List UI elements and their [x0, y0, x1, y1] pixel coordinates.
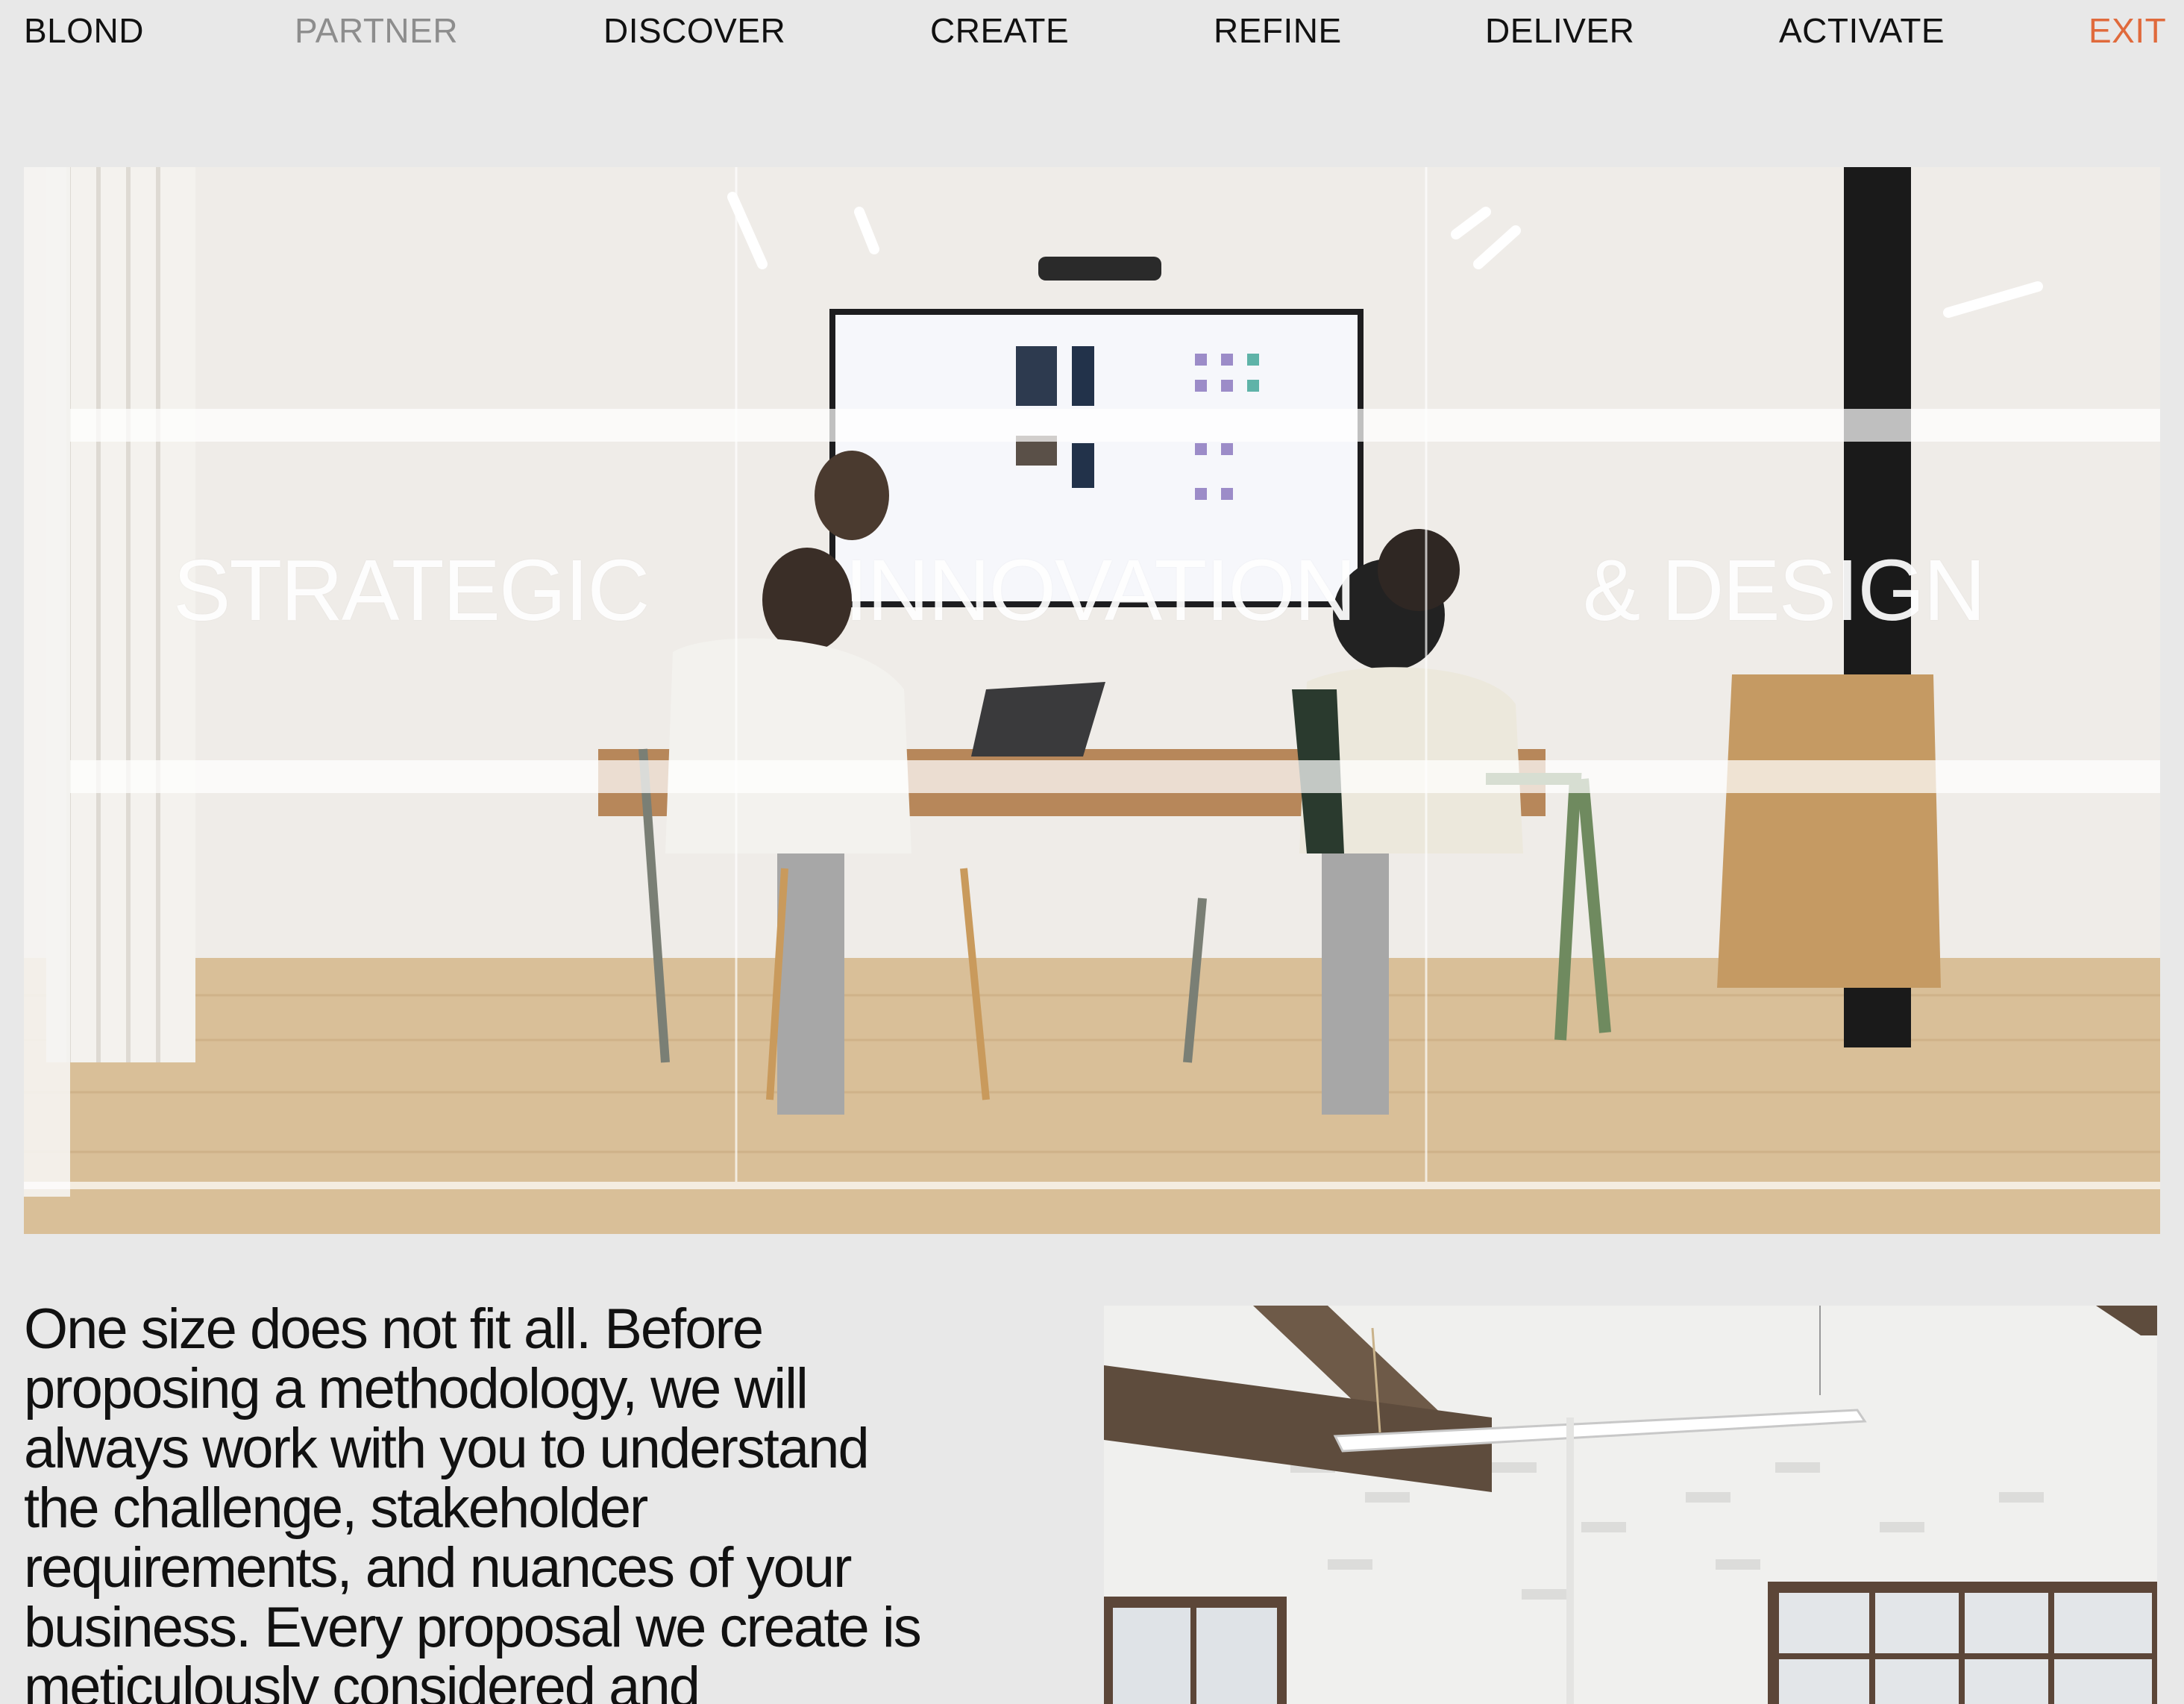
- hero-word-strategic: STRATEGIC: [173, 542, 650, 639]
- nav-item-exit[interactable]: EXIT: [2089, 10, 2166, 51]
- nav-item-create[interactable]: CREATE: [930, 10, 1069, 51]
- nav-item-partner[interactable]: PARTNER: [295, 10, 458, 51]
- nav-item-deliver[interactable]: DELIVER: [1485, 10, 1634, 51]
- hero-meeting-room-photo: STRATEGIC INNOVATION & DESIGN: [24, 167, 2160, 1234]
- top-nav: BLOND PARTNER DISCOVER CREATE REFINE DEL…: [0, 0, 2184, 67]
- hero-word-innovation: INNOVATION: [844, 542, 1357, 639]
- hero-word-design: & DESIGN: [1583, 542, 1986, 639]
- loft-interior-illustration: [1104, 1306, 2157, 1704]
- nav-item-activate[interactable]: ACTIVATE: [1779, 10, 1945, 51]
- meeting-room-illustration: [24, 167, 2160, 1234]
- nav-logo-blond[interactable]: BLOND: [24, 10, 144, 51]
- loft-interior-photo: [1104, 1306, 2157, 1704]
- page: BLOND PARTNER DISCOVER CREATE REFINE DEL…: [0, 0, 2184, 1704]
- nav-item-discover[interactable]: DISCOVER: [603, 10, 785, 51]
- nav-item-refine[interactable]: REFINE: [1214, 10, 1342, 51]
- intro-paragraph: One size does not fit all. Before propos…: [24, 1297, 922, 1704]
